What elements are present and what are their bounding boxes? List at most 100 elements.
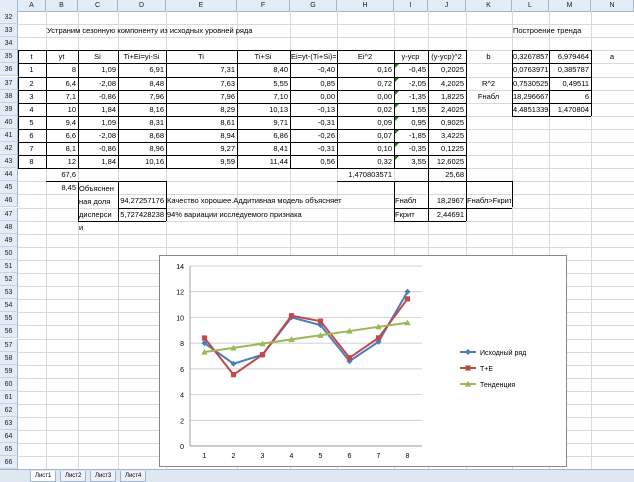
table-cell[interactable]: 8,41 bbox=[238, 143, 289, 154]
table-cell[interactable]: -2,08 bbox=[79, 78, 117, 89]
row-header-60[interactable]: 60 bbox=[0, 377, 18, 391]
trend-value[interactable]: 6,979464 bbox=[550, 51, 590, 62]
row-header-63[interactable]: 63 bbox=[0, 417, 18, 431]
table-cell[interactable]: -0,86 bbox=[79, 143, 117, 154]
table-cell[interactable]: 6,6 bbox=[47, 130, 77, 141]
title-left[interactable]: Устраним сезонную компоненту из исходных… bbox=[47, 25, 252, 36]
table-cell[interactable]: 8,68 bbox=[119, 130, 165, 141]
sum-dev2[interactable]: 25,68 bbox=[429, 169, 465, 180]
table-cell[interactable]: 8,1 bbox=[47, 143, 77, 154]
column-header-C[interactable]: C bbox=[78, 0, 118, 11]
table-cell[interactable]: 12 bbox=[47, 156, 77, 167]
column-header-M[interactable]: M bbox=[549, 0, 591, 11]
column-title[interactable]: Ti+Ei=yi-Si bbox=[119, 51, 165, 62]
table-cell[interactable]: -2,08 bbox=[79, 130, 117, 141]
table-cell[interactable]: 7,96 bbox=[119, 91, 165, 102]
column-header-H[interactable]: H bbox=[337, 0, 394, 11]
table-cell[interactable]: 5 bbox=[19, 117, 45, 128]
column-title[interactable]: Ti+Si bbox=[238, 51, 289, 62]
table-cell[interactable]: 7,31 bbox=[167, 64, 236, 75]
table-cell[interactable]: 3,55 bbox=[395, 156, 427, 167]
table-cell[interactable]: 0,85 bbox=[291, 78, 336, 89]
table-cell[interactable]: 8,40 bbox=[238, 64, 289, 75]
table-cell[interactable]: 1,09 bbox=[79, 117, 117, 128]
table-cell[interactable]: 6,91 bbox=[119, 64, 165, 75]
table-cell[interactable]: 1,8225 bbox=[429, 91, 465, 102]
table-cell[interactable]: 1,84 bbox=[79, 104, 117, 115]
line-chart[interactable]: 0 2 4 6 8 10 12 14 1 2 3 4 5 6 7 8 Исходный ряд T+E Тенден… bbox=[159, 255, 567, 467]
table-cell[interactable]: 0,00 bbox=[338, 91, 393, 102]
row-header-46[interactable]: 46 bbox=[0, 194, 18, 208]
row-header-36[interactable]: 36 bbox=[0, 63, 18, 77]
table-cell[interactable]: 4,2025 bbox=[429, 78, 465, 89]
sheet-tab-2[interactable]: Лист2 bbox=[60, 471, 87, 482]
trend-value[interactable]: 6 bbox=[550, 91, 590, 102]
sheet-tab-3[interactable]: Лист3 bbox=[90, 471, 117, 482]
column-title[interactable]: (y-ycp)^2 bbox=[429, 51, 465, 62]
table-cell[interactable]: 8,61 bbox=[167, 117, 236, 128]
row-header-62[interactable]: 62 bbox=[0, 404, 18, 418]
row-header-65[interactable]: 65 bbox=[0, 443, 18, 457]
table-cell[interactable]: 8 bbox=[47, 64, 77, 75]
title-right[interactable]: Построение тренда bbox=[513, 25, 581, 36]
table-cell[interactable]: 7,96 bbox=[167, 91, 236, 102]
table-cell[interactable]: 12,6025 bbox=[429, 156, 465, 167]
table-cell[interactable]: 0,07 bbox=[338, 130, 393, 141]
table-cell[interactable]: 10 bbox=[47, 104, 77, 115]
column-header-E[interactable]: E bbox=[166, 0, 237, 11]
column-header-L[interactable]: L bbox=[512, 0, 549, 11]
row-header-61[interactable]: 61 bbox=[0, 390, 18, 404]
table-cell[interactable]: 0,10 bbox=[338, 143, 393, 154]
row-header-47[interactable]: 47 bbox=[0, 207, 18, 221]
column-header-A[interactable]: A bbox=[18, 0, 46, 11]
table-cell[interactable]: 4 bbox=[19, 104, 45, 115]
table-cell[interactable]: 0,09 bbox=[338, 117, 393, 128]
table-cell[interactable]: 0,9025 bbox=[429, 117, 465, 128]
row-header-33[interactable]: 33 bbox=[0, 24, 18, 38]
table-cell[interactable]: 1 bbox=[19, 64, 45, 75]
row-header-34[interactable]: 34 bbox=[0, 37, 18, 51]
table-cell[interactable]: -2,05 bbox=[395, 78, 427, 89]
table-cell[interactable]: -1,35 bbox=[395, 91, 427, 102]
table-cell[interactable]: 9,59 bbox=[167, 156, 236, 167]
column-title[interactable]: t bbox=[19, 51, 45, 62]
trend-value[interactable]: 0,49511 bbox=[550, 78, 590, 89]
sum-yt[interactable]: 67,6 bbox=[47, 169, 77, 180]
quality-text1[interactable]: Качество хорошее.Аддитивная модель объяс… bbox=[167, 195, 342, 206]
row-header-54[interactable]: 54 bbox=[0, 299, 18, 313]
table-cell[interactable]: 8,94 bbox=[167, 130, 236, 141]
fnabl-label[interactable]: Fнабл bbox=[395, 195, 427, 206]
table-cell[interactable]: -1,85 bbox=[395, 130, 427, 141]
fkrit-value[interactable]: 2,44691 bbox=[429, 209, 465, 220]
column-title[interactable]: Si bbox=[79, 51, 117, 62]
table-cell[interactable]: 1,55 bbox=[395, 104, 427, 115]
avg-yt[interactable]: 8,45 bbox=[47, 182, 77, 193]
row-header-53[interactable]: 53 bbox=[0, 286, 18, 300]
table-cell[interactable]: 0,56 bbox=[291, 156, 336, 167]
row-header-49[interactable]: 49 bbox=[0, 233, 18, 247]
fnabl-value[interactable]: 18,2967 bbox=[429, 195, 465, 206]
table-cell[interactable]: 3 bbox=[19, 91, 45, 102]
column-header-K[interactable]: K bbox=[466, 0, 512, 11]
column-title[interactable]: Ei=yt-(Ti+Si)= bbox=[291, 51, 336, 62]
row-header-55[interactable]: 55 bbox=[0, 312, 18, 326]
trend-value[interactable]: 18,2966673 bbox=[513, 91, 548, 102]
column-header-G[interactable]: G bbox=[290, 0, 337, 11]
table-cell[interactable]: 0,32 bbox=[338, 156, 393, 167]
table-cell[interactable]: 7,1 bbox=[47, 91, 77, 102]
column-title[interactable]: y-ycp bbox=[395, 51, 427, 62]
table-cell[interactable]: 0,1225 bbox=[429, 143, 465, 154]
table-cell[interactable]: 8,29 bbox=[167, 104, 236, 115]
table-cell[interactable]: 1,09 bbox=[79, 64, 117, 75]
row-header-43[interactable]: 43 bbox=[0, 155, 18, 169]
explained-label[interactable]: Объяснен ная доля дисперси и bbox=[79, 182, 116, 234]
table-cell[interactable]: -0,86 bbox=[79, 91, 117, 102]
table-cell[interactable]: -0,40 bbox=[291, 64, 336, 75]
table-cell[interactable]: 1,84 bbox=[79, 156, 117, 167]
sheet-tab-4[interactable]: Лист4 bbox=[120, 471, 147, 482]
table-cell[interactable]: 8,31 bbox=[119, 117, 165, 128]
row-header-45[interactable]: 45 bbox=[0, 181, 18, 195]
trend-value[interactable]: 0,07639713 bbox=[513, 64, 548, 75]
table-cell[interactable]: 8 bbox=[19, 156, 45, 167]
column-header-B[interactable]: B bbox=[46, 0, 78, 11]
